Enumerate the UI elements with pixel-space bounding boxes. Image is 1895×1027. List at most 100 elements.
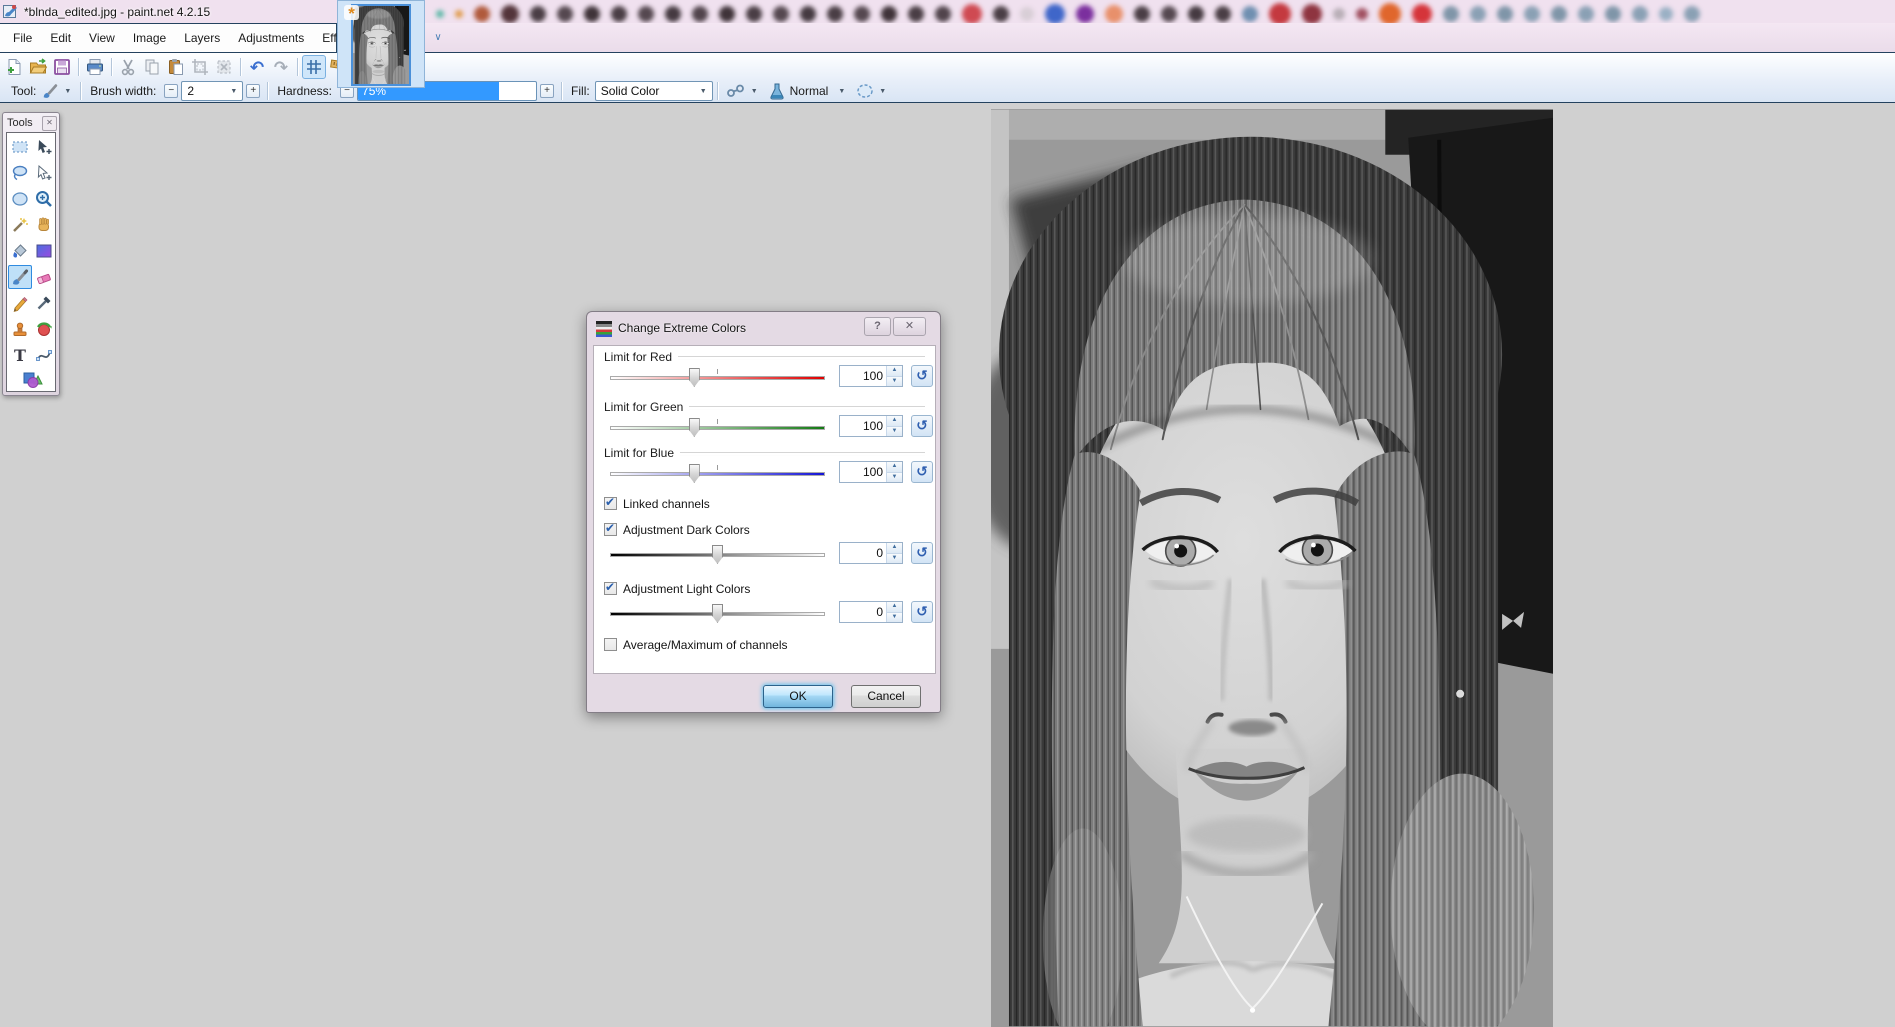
tool-pan[interactable] — [32, 213, 56, 237]
tool-shapes[interactable] — [20, 367, 44, 391]
tool-recolor[interactable] — [32, 317, 56, 341]
tool-zoom[interactable] — [32, 187, 56, 211]
spin-up-icon[interactable]: ▲ — [887, 416, 902, 426]
tool-text[interactable]: T — [8, 343, 32, 367]
limit-blue-track[interactable] — [610, 472, 825, 476]
tools-palette-window[interactable]: Tools ✕ — [2, 112, 60, 396]
crop-button[interactable] — [188, 55, 212, 79]
print-button[interactable] — [83, 55, 107, 79]
menu-view[interactable]: View — [80, 28, 124, 48]
limit-blue-spinner[interactable]: ▲▼ — [886, 462, 902, 482]
spin-up-icon[interactable]: ▲ — [887, 462, 902, 472]
spin-down-icon[interactable]: ▼ — [887, 426, 902, 437]
antialiasing-caret[interactable]: ▼ — [746, 88, 763, 95]
adjustment-dark-label[interactable]: Adjustment Dark Colors — [623, 523, 750, 537]
linked-channels-checkbox[interactable] — [604, 497, 617, 510]
limit-green-reset-button[interactable]: ↺ — [911, 415, 933, 437]
spin-down-icon[interactable]: ▼ — [887, 612, 902, 623]
adjustment-light-checkbox[interactable] — [604, 582, 617, 595]
adjustment-light-thumb[interactable] — [712, 604, 723, 623]
canvas-background[interactable] — [0, 103, 1895, 1027]
copy-button[interactable] — [140, 55, 164, 79]
dialog-close-button[interactable]: ✕ — [893, 317, 926, 336]
cut-button[interactable] — [116, 55, 140, 79]
limit-green-numbox[interactable]: 100 ▲▼ — [839, 415, 903, 437]
adjustment-dark-numbox[interactable]: 0 ▲▼ — [839, 542, 903, 564]
menu-file[interactable]: File — [4, 28, 41, 48]
adjustment-dark-reset-button[interactable]: ↺ — [911, 542, 933, 564]
tool-move-selected-pixels[interactable] — [32, 135, 56, 159]
undo-button[interactable]: ↶ — [245, 55, 269, 79]
limit-green-track[interactable] — [610, 426, 825, 430]
blend-mode-caret[interactable]: ▼ — [833, 88, 850, 95]
limit-blue-numbox[interactable]: 100 ▲▼ — [839, 461, 903, 483]
spin-up-icon[interactable]: ▲ — [887, 602, 902, 612]
open-button[interactable] — [26, 55, 50, 79]
limit-red-reset-button[interactable]: ↺ — [911, 365, 933, 387]
hardness-increase-button[interactable]: + — [540, 84, 554, 98]
deselect-button[interactable] — [212, 55, 236, 79]
selection-mode-caret[interactable]: ▼ — [874, 88, 891, 95]
adjustment-light-label[interactable]: Adjustment Light Colors — [623, 582, 750, 596]
limit-green-thumb[interactable] — [689, 418, 700, 437]
brush-width-increase-button[interactable]: + — [246, 84, 260, 98]
menu-layers[interactable]: Layers — [175, 28, 229, 48]
tool-dropdown-caret[interactable]: ▼ — [59, 88, 76, 95]
spin-down-icon[interactable]: ▼ — [887, 472, 902, 483]
adjustment-light-slider[interactable] — [610, 602, 825, 626]
spin-down-icon[interactable]: ▼ — [887, 376, 902, 387]
limit-red-numbox[interactable]: 100 ▲▼ — [839, 365, 903, 387]
limit-red-track[interactable] — [610, 376, 825, 380]
paste-button[interactable] — [164, 55, 188, 79]
average-maximum-checkbox[interactable] — [604, 638, 617, 651]
dialog-help-button[interactable]: ? — [864, 317, 891, 336]
dialog-titlebar[interactable]: Change Extreme Colors ? ✕ — [587, 312, 940, 345]
redo-button[interactable]: ↷ — [269, 55, 293, 79]
new-image-button[interactable] — [2, 55, 26, 79]
tool-ellipse-select[interactable] — [8, 187, 32, 211]
tool-paintbrush[interactable] — [8, 265, 32, 289]
limit-green-spinner[interactable]: ▲▼ — [886, 416, 902, 436]
tool-color-picker[interactable] — [32, 291, 56, 315]
spin-up-icon[interactable]: ▲ — [887, 543, 902, 553]
limit-red-spinner[interactable]: ▲▼ — [886, 366, 902, 386]
brush-width-combo[interactable]: 2 ▼ — [181, 81, 243, 101]
tools-palette-close-icon[interactable]: ✕ — [42, 116, 57, 131]
limit-blue-slider[interactable] — [610, 462, 825, 486]
canvas-image-portrait[interactable] — [991, 109, 1553, 1027]
limit-green-slider[interactable] — [610, 416, 825, 440]
limit-red-slider[interactable] — [610, 366, 825, 390]
linked-channels-label[interactable]: Linked channels — [623, 497, 710, 511]
adjustment-light-reset-button[interactable]: ↺ — [911, 601, 933, 623]
antialiasing-icon[interactable] — [726, 84, 746, 98]
average-maximum-label[interactable]: Average/Maximum of channels — [623, 638, 788, 652]
adjustment-dark-checkbox[interactable] — [604, 523, 617, 536]
tool-move-selection[interactable] — [32, 161, 56, 185]
limit-blue-reset-button[interactable]: ↺ — [911, 461, 933, 483]
change-extreme-colors-dialog[interactable]: Change Extreme Colors ? ✕ Limit for Red … — [586, 311, 941, 713]
adjustment-dark-thumb[interactable] — [712, 545, 723, 564]
tool-eraser[interactable] — [32, 265, 56, 289]
tool-magic-wand[interactable] — [8, 213, 32, 237]
spin-up-icon[interactable]: ▲ — [887, 366, 902, 376]
image-tab-active[interactable]: * — [351, 4, 411, 86]
adjustment-light-numbox[interactable]: 0 ▲▼ — [839, 601, 903, 623]
menu-edit[interactable]: Edit — [41, 28, 80, 48]
tool-paint-bucket[interactable] — [8, 239, 32, 263]
fill-combo[interactable]: Solid Color ▼ — [595, 81, 713, 101]
spin-down-icon[interactable]: ▼ — [887, 553, 902, 564]
selection-mode-icon[interactable] — [856, 83, 874, 99]
limit-red-thumb[interactable] — [689, 368, 700, 387]
limit-blue-thumb[interactable] — [689, 464, 700, 483]
tool-lasso-select[interactable] — [8, 161, 32, 185]
menu-adjustments[interactable]: Adjustments — [229, 28, 313, 48]
adjustment-dark-slider[interactable] — [610, 543, 825, 567]
tool-pencil[interactable] — [8, 291, 32, 315]
tools-palette-titlebar[interactable]: Tools ✕ — [3, 113, 59, 132]
adjustment-light-spinner[interactable]: ▲▼ — [886, 602, 902, 622]
adjustment-dark-spinner[interactable]: ▲▼ — [886, 543, 902, 563]
ok-button[interactable]: OK — [763, 685, 833, 708]
tool-line-curve[interactable] — [32, 343, 56, 367]
tool-gradient[interactable] — [32, 239, 56, 263]
grid-toggle-button[interactable] — [302, 55, 326, 79]
